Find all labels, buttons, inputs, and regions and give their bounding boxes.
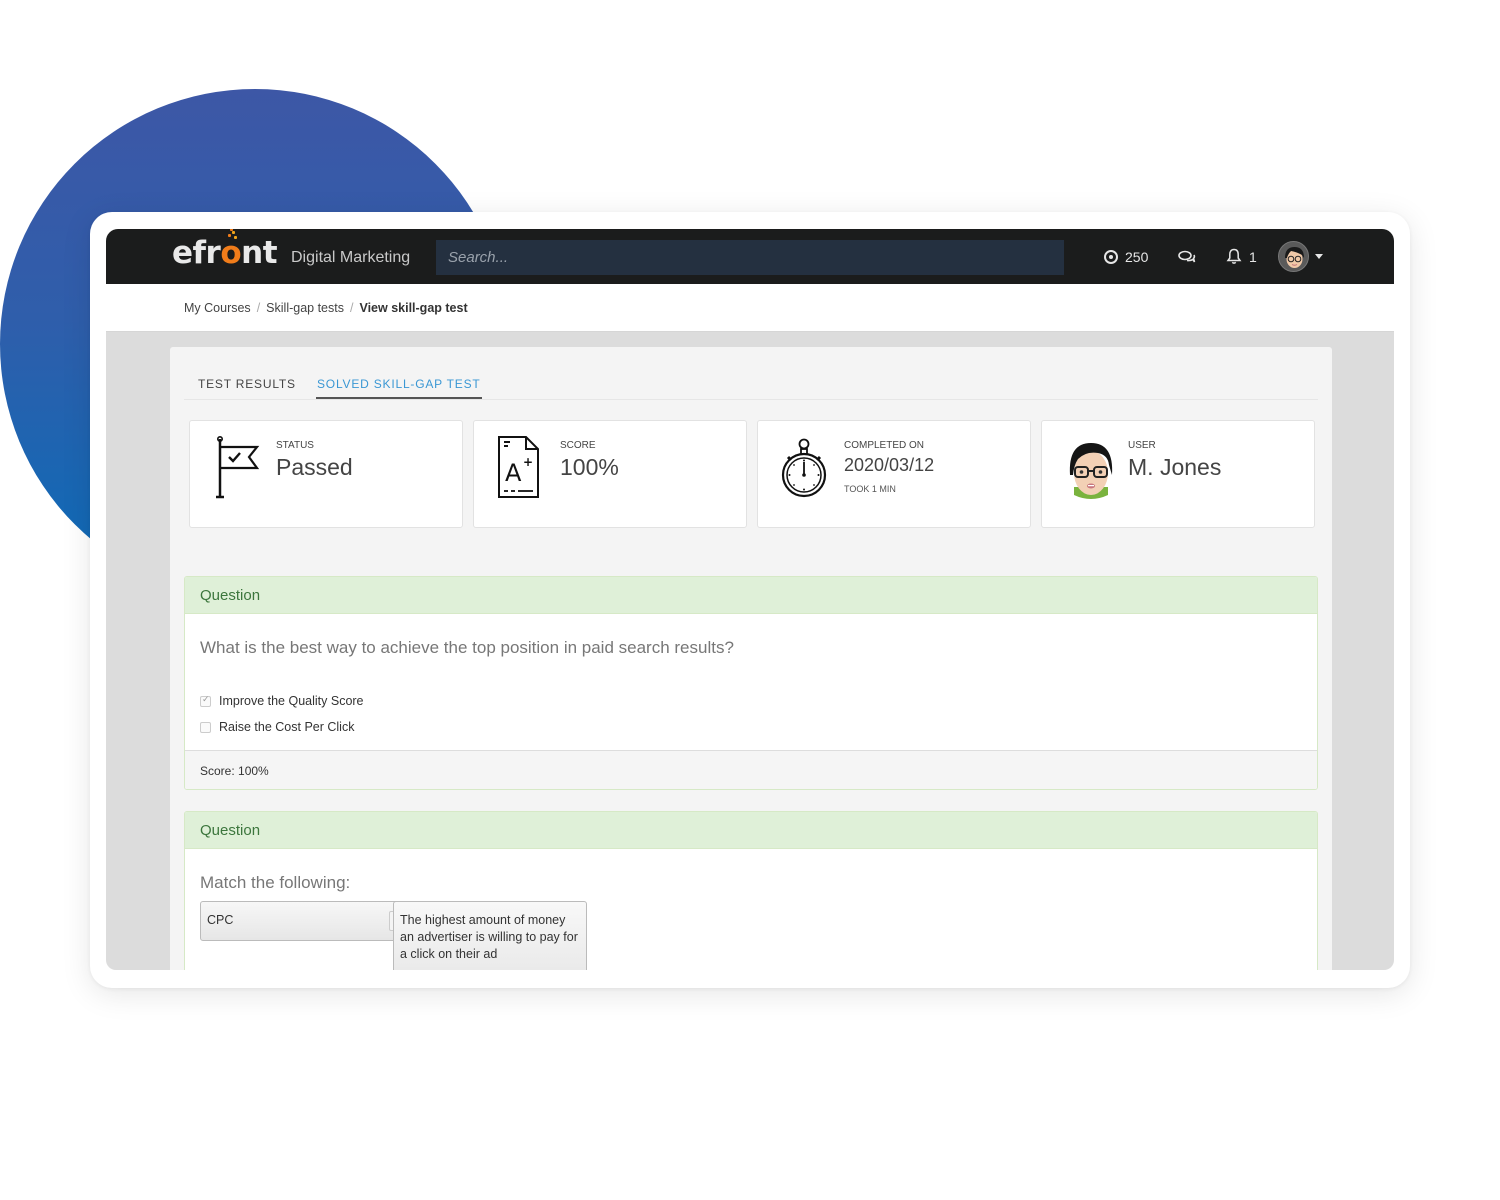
duration: TOOK 1 MIN xyxy=(844,484,896,494)
checkbox-checked[interactable] xyxy=(200,694,211,707)
tab-solved-skill-gap-test[interactable]: SOLVED SKILL-GAP TEST xyxy=(316,377,482,399)
top-navbar: efront Digital Marketing 250 1 xyxy=(106,229,1394,284)
svg-text:A: A xyxy=(505,459,522,487)
summary-cards: STATUS Passed A + SCORE 100% COMPLETED O… xyxy=(189,420,1315,528)
breadcrumb-bar: My Courses / Skill-gap tests / View skil… xyxy=(106,284,1394,332)
question-score: Score: 100% xyxy=(185,750,1317,789)
points-value: 250 xyxy=(1125,248,1149,265)
match-term[interactable]: CPC xyxy=(200,901,403,941)
avatar-icon xyxy=(1285,247,1304,268)
bell-icon xyxy=(1226,248,1242,264)
breadcrumb-my-courses[interactable]: My Courses xyxy=(184,301,251,315)
chevron-down-icon[interactable] xyxy=(1315,254,1323,259)
question-text: Match the following: xyxy=(200,873,351,892)
breadcrumb: My Courses / Skill-gap tests / View skil… xyxy=(184,301,468,315)
user-name: M. Jones xyxy=(1128,454,1222,480)
breadcrumb-separator: / xyxy=(256,301,261,315)
status-label: STATUS xyxy=(276,440,314,451)
search-input[interactable] xyxy=(436,240,1064,275)
user-avatar xyxy=(1069,443,1113,499)
user-card: USER M. Jones xyxy=(1041,420,1315,528)
tab-test-results[interactable]: TEST RESULTS xyxy=(198,377,296,397)
answer-list: Improve the Quality Score Raise the Cost… xyxy=(185,658,1317,740)
efront-logo[interactable]: efront xyxy=(172,235,278,271)
app-name: Digital Marketing xyxy=(291,249,411,266)
breadcrumb-skill-gap-tests[interactable]: Skill-gap tests xyxy=(266,301,344,315)
app-screen: efront Digital Marketing 250 1 xyxy=(106,229,1394,970)
answer-option: Raise the Cost Per Click xyxy=(200,714,1302,740)
status-value: Passed xyxy=(276,454,353,480)
answer-label: Raise the Cost Per Click xyxy=(219,720,355,734)
user-avatar-button[interactable] xyxy=(1278,241,1309,272)
score-value: 100% xyxy=(560,454,619,480)
completed-date: 2020/03/12 xyxy=(844,455,935,475)
status-card: STATUS Passed xyxy=(189,420,463,528)
svg-text:+: + xyxy=(523,455,533,469)
checkbox-unchecked[interactable] xyxy=(200,721,211,733)
question-block: Question Match the following: CPC The hi… xyxy=(184,811,1318,970)
logo-text: efr xyxy=(172,235,221,271)
completed-label: COMPLETED ON xyxy=(844,440,925,451)
question-header: Question xyxy=(185,577,1317,614)
logo-text-end: nt xyxy=(241,235,278,271)
breadcrumb-separator: / xyxy=(349,301,354,315)
question-text: What is the best way to achieve the top … xyxy=(200,638,734,657)
answer-option: Improve the Quality Score xyxy=(200,688,1302,714)
match-definition[interactable]: The highest amount of money an advertise… xyxy=(393,901,587,970)
chat-bubbles-icon xyxy=(1178,250,1196,262)
points-indicator[interactable]: 250 xyxy=(1104,229,1148,284)
question-header: Question xyxy=(185,812,1317,849)
match-term-label: CPC xyxy=(207,913,234,927)
notifications-button[interactable]: 1 xyxy=(1226,229,1257,284)
flag-check-icon xyxy=(216,435,260,499)
answer-label: Improve the Quality Score xyxy=(219,694,364,708)
target-icon xyxy=(1104,249,1118,264)
score-label: SCORE xyxy=(560,440,596,451)
score-card: A + SCORE 100% xyxy=(473,420,747,528)
question-block: Question What is the best way to achieve… xyxy=(184,576,1318,790)
completed-card: COMPLETED ON 2020/03/12 TOOK 1 MIN xyxy=(757,420,1031,528)
stopwatch-icon xyxy=(781,438,827,498)
content-panel: TEST RESULTS SOLVED SKILL-GAP TEST STATU… xyxy=(170,347,1332,970)
messages-button[interactable] xyxy=(1178,229,1196,284)
logo-o: o xyxy=(220,235,242,271)
tabs: TEST RESULTS SOLVED SKILL-GAP TEST xyxy=(184,347,1318,400)
user-label: USER xyxy=(1128,440,1156,451)
breadcrumb-current: View skill-gap test xyxy=(359,301,468,315)
notifications-count: 1 xyxy=(1249,248,1257,265)
grade-document-icon: A + xyxy=(498,436,539,498)
